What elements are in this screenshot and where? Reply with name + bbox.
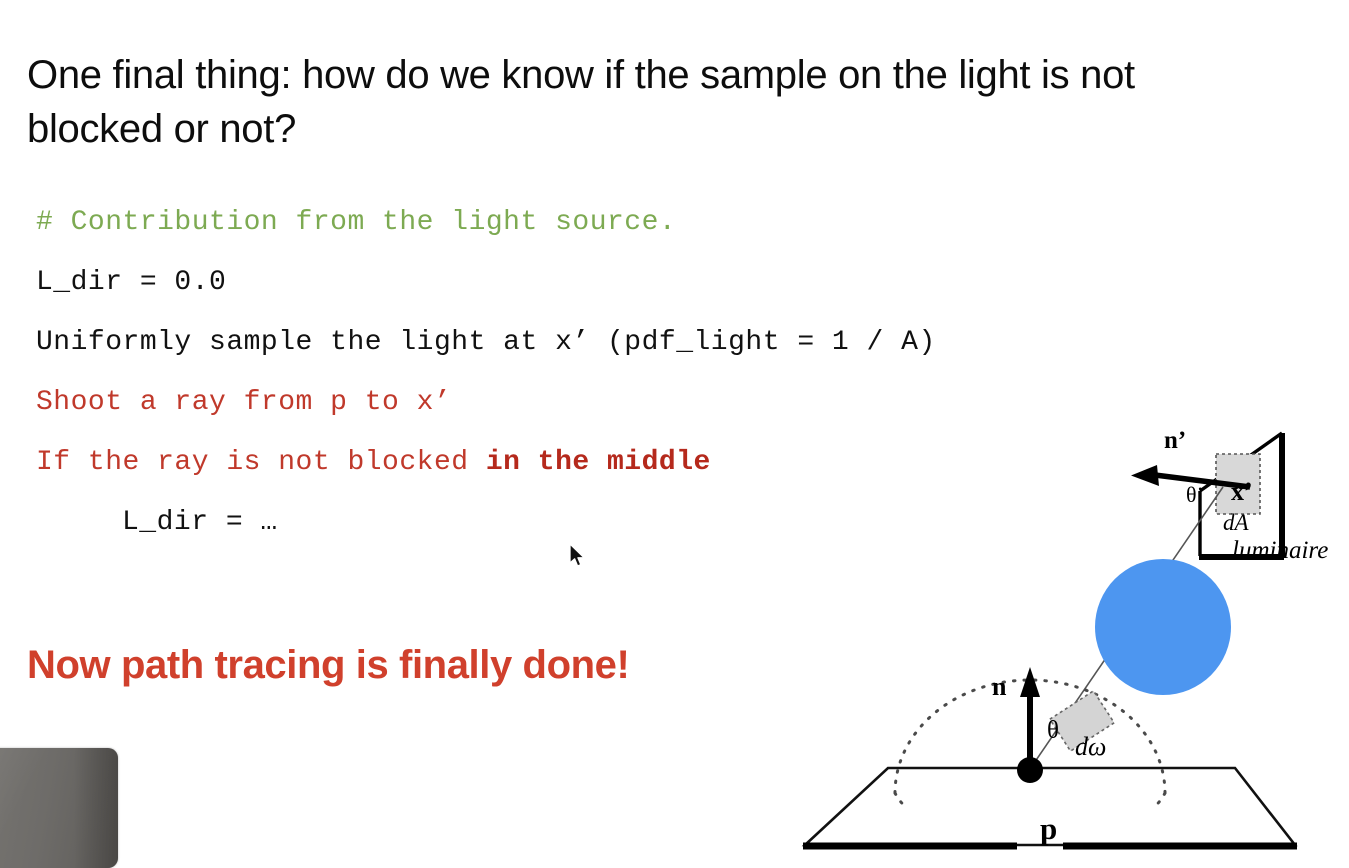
hemisphere-base-right bbox=[1151, 791, 1167, 810]
shading-point-p bbox=[1017, 757, 1043, 783]
webcam-edge-shading bbox=[74, 748, 118, 868]
code-line-if-blocked-text: If the ray is not blocked bbox=[36, 447, 486, 478]
page-title: One final thing: how do we know if the s… bbox=[27, 53, 1135, 151]
conclusion-heading: Now path tracing is finally done! bbox=[27, 643, 630, 687]
solid-angle-patch bbox=[1048, 689, 1116, 753]
label-p: p bbox=[1040, 811, 1057, 846]
label-d-omega: dω bbox=[1075, 732, 1106, 761]
code-line-ldir-init: L_dir = 0.0 bbox=[36, 267, 227, 298]
hemisphere-base-left bbox=[893, 791, 909, 810]
label-dA: dA bbox=[1223, 510, 1250, 535]
code-line-comment: # Contribution from the light source. bbox=[36, 207, 677, 238]
luminaire-top-edge bbox=[1199, 431, 1283, 493]
slide-canvas: One final thing: how do we know if the s… bbox=[0, 0, 1349, 868]
presenter-video-overlay[interactable] bbox=[0, 748, 118, 868]
luminaire-normal-arrow bbox=[1131, 465, 1251, 490]
surface-normal-arrow bbox=[1020, 667, 1040, 769]
hemisphere-dome bbox=[893, 678, 1167, 795]
code-line-ldir-assign: L_dir = … bbox=[122, 507, 278, 538]
blocker-sphere bbox=[1095, 559, 1231, 695]
label-theta-prime: θ’ bbox=[1186, 482, 1204, 507]
pseudocode-block: # Contribution from the light source. L_… bbox=[36, 200, 936, 560]
mouse-cursor bbox=[569, 543, 585, 567]
label-luminaire: luminaire bbox=[1232, 537, 1328, 564]
code-line-if-blocked: If the ray is not blocked in the middle bbox=[36, 440, 936, 500]
label-n-prime: n’ bbox=[1164, 427, 1186, 454]
luminaire-dA-patch bbox=[1215, 453, 1261, 515]
shadow-ray-line bbox=[1029, 486, 1224, 770]
code-line-shoot-ray: Shoot a ray from p to x’ bbox=[36, 387, 452, 418]
ground-plane bbox=[801, 766, 1298, 847]
label-theta: θ bbox=[1047, 717, 1059, 744]
label-n: n bbox=[992, 672, 1007, 701]
label-x-prime: x’ bbox=[1231, 477, 1253, 506]
cursor-arrow-icon bbox=[569, 543, 585, 567]
code-line-if-blocked-emphasis: in the middle bbox=[485, 447, 711, 478]
code-line-sample-light: Uniformly sample the light at x’ (pdf_li… bbox=[36, 327, 936, 358]
